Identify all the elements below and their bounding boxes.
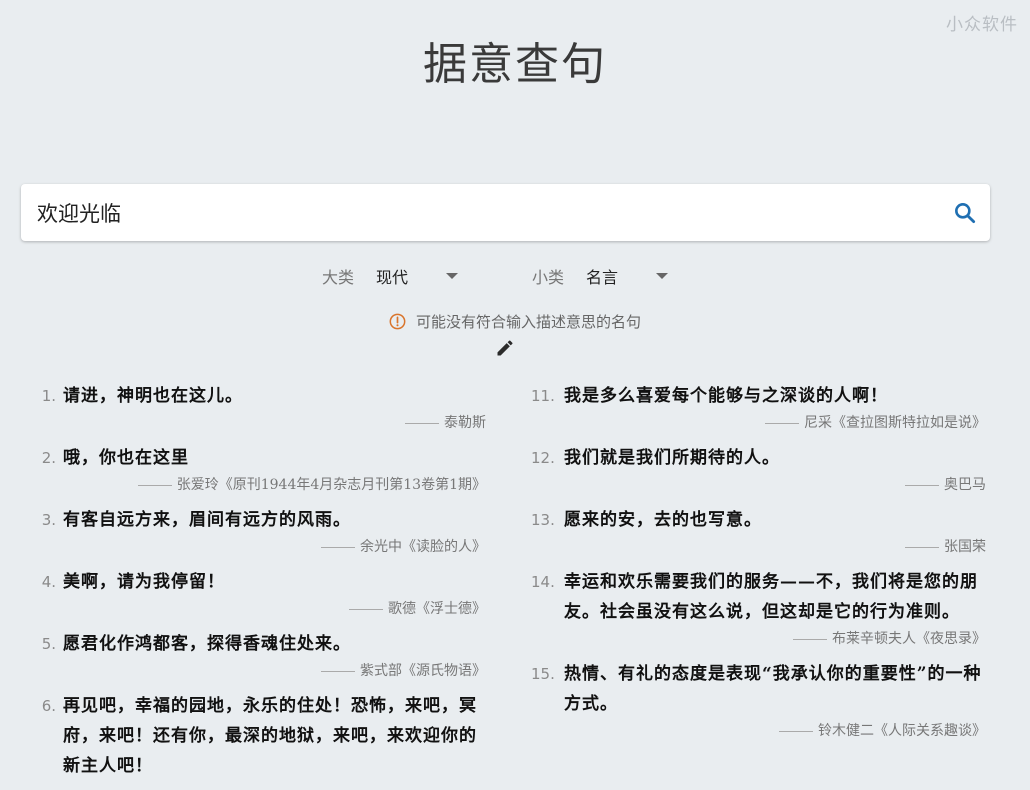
quote-author-name: 余光中《读脸的人》 bbox=[360, 539, 486, 555]
quote-text: 再见吧，幸福的园地，永乐的住处！恐怖，来吧，冥府，来吧！还有你，最深的地狱，来吧… bbox=[63, 696, 477, 776]
quote-author-name: 紫式部《源氏物语》 bbox=[360, 663, 486, 679]
search-input[interactable] bbox=[37, 184, 937, 241]
author-dash bbox=[905, 546, 939, 548]
author-dash bbox=[793, 638, 827, 640]
quote-number: 13. bbox=[531, 511, 555, 529]
quote-number: 3. bbox=[41, 511, 56, 529]
quote-item: 14. 幸运和欢乐需要我们的服务——不，我们将是您的朋友。社会虽没有这么说，但这却… bbox=[531, 567, 986, 650]
quote-number: 1. bbox=[41, 387, 56, 405]
quote-number: 11. bbox=[531, 387, 555, 405]
notice-text: 可能没有符合输入描述意思的名句 bbox=[415, 313, 641, 331]
quote-number: 14. bbox=[531, 573, 555, 591]
quote-author: 尼采《查拉图斯特拉如是说》 bbox=[564, 412, 986, 434]
quote-item: 2. 哦，你也在这里张爱玲《原刊1944年4月杂志月刊第13卷第1期》 bbox=[36, 443, 486, 496]
quote-author-name: 布莱辛顿夫人《夜思录》 bbox=[832, 631, 986, 647]
quote-text: 请进，神明也在这儿。 bbox=[63, 386, 243, 406]
quote-author-name: 歌德《浮士德》 bbox=[388, 601, 486, 617]
quote-text: 愿君化作鸿都客，探得香魂住处来。 bbox=[63, 634, 351, 654]
filter-bar: 大类 现代 小类 名言 bbox=[0, 262, 1030, 290]
search-icon[interactable] bbox=[952, 200, 978, 226]
quote-text: 我是多么喜爱每个能够与之深谈的人啊！ bbox=[564, 386, 888, 406]
quote-item: 6. 再见吧，幸福的园地，永乐的住处！恐怖，来吧，冥府，来吧！还有你，最深的地狱，… bbox=[36, 691, 486, 781]
quote-text: 有客自远方来，眉间有远方的风雨。 bbox=[63, 510, 351, 530]
quote-author-name: 奥巴马 bbox=[944, 477, 986, 493]
quote-text: 愿来的安，去的也写意。 bbox=[564, 510, 762, 530]
search-box bbox=[21, 184, 990, 241]
minor-category-select[interactable]: 小类 名言 bbox=[532, 262, 669, 290]
quote-author: 铃木健二《人际关系趣谈》 bbox=[564, 720, 986, 742]
quote-author-name: 张国荣 bbox=[944, 539, 986, 555]
quote-author: 紫式部《源氏物语》 bbox=[63, 660, 486, 682]
notice-message: 可能没有符合输入描述意思的名句 bbox=[0, 311, 1030, 332]
quote-number: 4. bbox=[41, 573, 56, 591]
quote-number: 6. bbox=[41, 697, 56, 715]
quote-item: 1. 请进，神明也在这儿。泰勒斯 bbox=[36, 381, 486, 434]
caret-down-icon bbox=[656, 273, 669, 279]
major-category-value: 现代 bbox=[376, 268, 409, 287]
author-dash bbox=[405, 422, 439, 424]
quote-item: 11. 我是多么喜爱每个能够与之深谈的人啊！ 尼采《查拉图斯特拉如是说》 bbox=[531, 381, 986, 434]
quote-author: 奥巴马 bbox=[564, 474, 986, 496]
quote-author-name: 张爱玲《原刊1944年4月杂志月刊第13卷第1期》 bbox=[176, 477, 486, 493]
quote-item: 5. 愿君化作鸿都客，探得香魂住处来。 紫式部《源氏物语》 bbox=[36, 629, 486, 682]
quote-number: 15. bbox=[531, 665, 555, 683]
quote-text: 美啊，请为我停留！ bbox=[63, 572, 225, 592]
page-title: 据意查句 bbox=[423, 39, 607, 90]
caret-down-icon bbox=[446, 273, 459, 279]
author-dash bbox=[137, 484, 172, 486]
quote-author-name: 尼采《查拉图斯特拉如是说》 bbox=[804, 415, 986, 431]
author-dash bbox=[321, 670, 355, 672]
quote-item: 3. 有客自远方来，眉间有远方的风雨。 余光中《读脸的人》 bbox=[36, 505, 486, 558]
author-dash bbox=[779, 730, 813, 732]
author-dash bbox=[905, 484, 939, 486]
quote-text: 我们就是我们所期待的人。 bbox=[564, 448, 780, 468]
major-category-select[interactable]: 大类 现代 bbox=[322, 262, 459, 290]
quote-item: 15. 热情、有礼的态度是表现“我承认你的重要性”的一种方式。铃木健二《人际关系趣… bbox=[531, 659, 986, 742]
quote-text: 幸运和欢乐需要我们的服务——不，我们将是您的朋友。社会虽没有这么说，但这却是它的… bbox=[564, 572, 978, 622]
author-dash bbox=[349, 608, 383, 610]
quote-number: 12. bbox=[531, 449, 555, 467]
author-dash bbox=[321, 546, 355, 548]
quote-item: 12. 我们就是我们所期待的人。奥巴马 bbox=[531, 443, 986, 496]
quote-author: 歌德《浮士德》 bbox=[63, 598, 486, 620]
quote-list-left: 1. 请进，神明也在这儿。泰勒斯 2. 哦，你也在这里张爱玲《原刊1944年4月杂志月… bbox=[36, 381, 486, 790]
warning-circle-icon bbox=[389, 313, 406, 330]
quote-author: 余光中《读脸的人》 bbox=[63, 536, 486, 558]
quote-text: 热情、有礼的态度是表现“我承认你的重要性”的一种方式。 bbox=[564, 664, 982, 714]
pencil-icon[interactable] bbox=[495, 338, 515, 358]
quote-list-right: 11. 我是多么喜爱每个能够与之深谈的人啊！ 尼采《查拉图斯特拉如是说》 12. 我们就… bbox=[531, 381, 986, 751]
quote-item: 13. 愿来的安，去的也写意。张国荣 bbox=[531, 505, 986, 558]
quote-author: 泰勒斯 bbox=[63, 412, 486, 434]
quote-author-name: 铃木健二《人际关系趣谈》 bbox=[818, 723, 986, 739]
quote-number: 2. bbox=[41, 449, 56, 467]
author-dash bbox=[765, 422, 799, 424]
quote-author: 布莱辛顿夫人《夜思录》 bbox=[564, 628, 986, 650]
minor-category-label: 小类 bbox=[532, 268, 565, 287]
major-category-label: 大类 bbox=[322, 268, 355, 287]
quote-author-name: 泰勒斯 bbox=[444, 415, 486, 431]
minor-category-value: 名言 bbox=[586, 268, 619, 287]
quote-text: 哦，你也在这里 bbox=[63, 448, 189, 468]
quote-number: 5. bbox=[41, 635, 56, 653]
quote-author: 张爱玲《原刊1944年4月杂志月刊第13卷第1期》 bbox=[63, 474, 486, 496]
quote-item: 4. 美啊，请为我停留！ 歌德《浮士德》 bbox=[36, 567, 486, 620]
quote-author: 张国荣 bbox=[564, 536, 986, 558]
